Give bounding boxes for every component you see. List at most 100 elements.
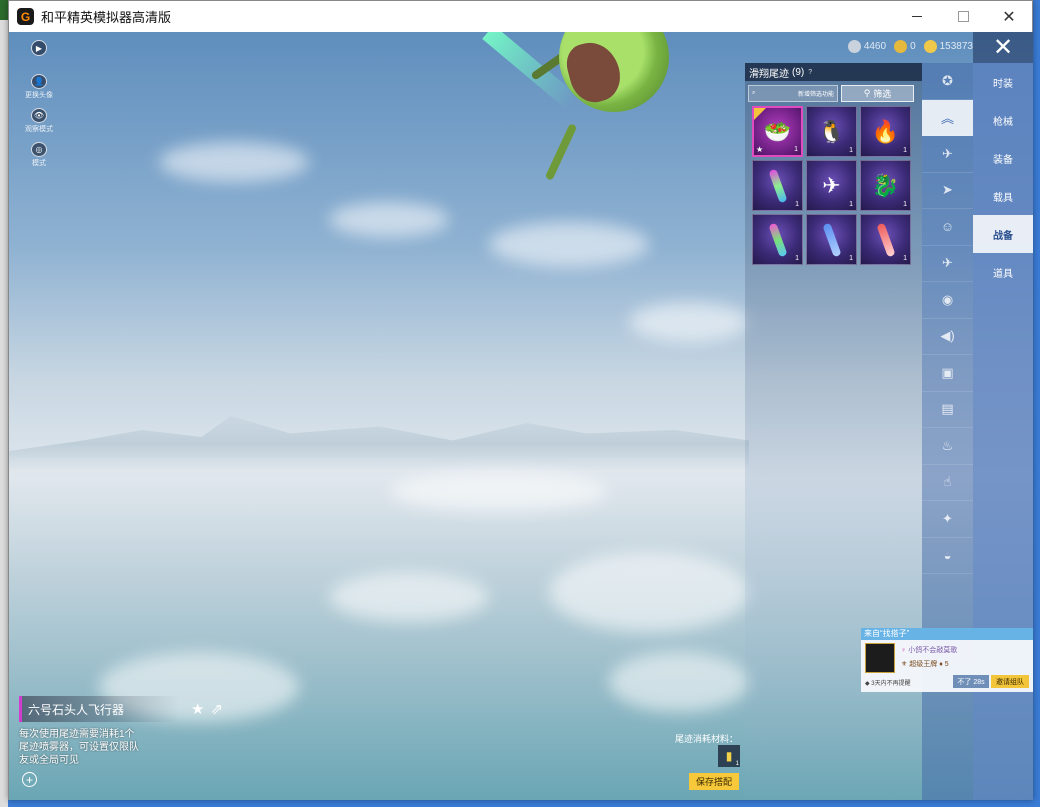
- item-actions: ★ ⇗: [191, 700, 223, 718]
- jet-item-icon: ✈: [822, 172, 841, 198]
- search-input[interactable]: ⌕ 新增筛选功能: [748, 85, 838, 102]
- sparkle-icon[interactable]: ✦: [922, 501, 973, 538]
- close-window-button[interactable]: ✕: [986, 1, 1032, 32]
- item-cell[interactable]: 1: [860, 214, 911, 265]
- item-description: 每次使用尾迹需要消耗1个尾迹喷雾器，可设置仅限队友或全局可见: [19, 729, 139, 766]
- invite-mute-option[interactable]: ◆ 3天内不再提醒: [865, 678, 911, 687]
- add-icon[interactable]: +: [22, 772, 37, 787]
- emulator-window: G 和平精英模拟器高清版 ✕ ▶ 👤 更换头像 👁 观察模式 ◎ 模式 4460…: [8, 0, 1033, 800]
- save-outfit-button[interactable]: 保存搭配: [689, 773, 739, 790]
- drone-icon[interactable]: ✈: [922, 246, 973, 282]
- item-count: 1: [903, 255, 907, 262]
- item-cell[interactable]: 1: [752, 160, 803, 211]
- maximize-button[interactable]: [940, 1, 986, 32]
- game-viewport[interactable]: ▶ 👤 更换头像 👁 观察模式 ◎ 模式 4460 0 153873 ✕ 滑翔尾…: [9, 32, 1033, 800]
- currency-silver[interactable]: 4460: [847, 40, 887, 53]
- currency-value: 4460: [863, 41, 887, 52]
- spray-icon[interactable]: ♨: [922, 428, 973, 465]
- observe-tool[interactable]: 👁 观察模式: [25, 108, 53, 134]
- item-count: 1: [849, 255, 853, 262]
- item-cell[interactable]: 🔥 1: [860, 106, 911, 157]
- item-cell[interactable]: 1: [806, 214, 857, 265]
- gold-coin-icon: [894, 40, 908, 53]
- target-icon: ◎: [31, 142, 47, 157]
- help-icon[interactable]: ?: [808, 69, 812, 76]
- item-cell[interactable]: 🐧 1: [806, 106, 857, 157]
- sound-icon[interactable]: ◀): [922, 319, 973, 355]
- filter-button[interactable]: ⚲ 筛选: [841, 85, 914, 102]
- category-fashion[interactable]: 时装: [973, 63, 1033, 101]
- minimize-button[interactable]: [894, 1, 940, 32]
- golem-item-icon: 🥗: [763, 118, 792, 144]
- item-cell[interactable]: 🐉 1: [860, 160, 911, 211]
- equipped-marker: [754, 108, 766, 120]
- blue-trail-icon: [821, 222, 842, 257]
- item-cell[interactable]: ✈ 1: [806, 160, 857, 211]
- avatar-tool[interactable]: 👤 更换头像: [25, 74, 53, 100]
- favorite-star-icon[interactable]: ★: [191, 700, 204, 718]
- frame-icon[interactable]: ▣: [922, 355, 973, 392]
- search-row: ⌕ 新增筛选功能 ⚲ 筛选: [748, 85, 919, 102]
- item-count: 1: [794, 146, 798, 153]
- spray-material-slot[interactable]: ▮ 1: [718, 745, 740, 767]
- category-guns[interactable]: 枪械: [973, 101, 1033, 139]
- fire-item-icon: 🔥: [871, 118, 900, 144]
- avatar[interactable]: [865, 643, 895, 673]
- trail-icon[interactable]: ︽: [922, 99, 973, 136]
- currency-points[interactable]: 153873: [923, 40, 973, 53]
- invite-popup: 来自“找搭子” ♀ 小鸽不会敲莫歌 ⚜ 超级王牌 ♦ 5 ◆ 3天内不再提醒 不…: [861, 628, 1033, 692]
- cloud: [629, 302, 749, 342]
- pink-trail-icon: [767, 168, 788, 203]
- item-cell-selected[interactable]: 🥗 ★ 1: [752, 106, 803, 157]
- category-battle-prep[interactable]: 战备: [973, 215, 1033, 253]
- category-items[interactable]: 道具: [973, 253, 1033, 291]
- cloud: [329, 202, 449, 237]
- person-icon: 👤: [31, 74, 47, 89]
- tool-label: 模式: [32, 160, 46, 167]
- share-icon[interactable]: ⇗: [210, 700, 223, 718]
- app-logo-icon: G: [17, 8, 34, 25]
- tool-label: 更换头像: [25, 92, 53, 99]
- helmet-icon[interactable]: ◒: [922, 538, 973, 574]
- cloud: [549, 552, 749, 632]
- item-grid: 🥗 ★ 1 🐧 1 🔥 1 1 ✈ 1 🐉 1 1 1 1: [752, 106, 922, 265]
- emote-icon[interactable]: ☺: [922, 209, 973, 246]
- decline-invite-button[interactable]: 不了 28s: [953, 675, 989, 688]
- currency-value: 153873: [939, 41, 973, 52]
- gallery-icon[interactable]: ▤: [922, 392, 973, 428]
- item-count: 1: [795, 201, 799, 208]
- tool-label: 观察模式: [25, 126, 53, 133]
- left-toolbar: ▶ 👤 更换头像 👁 观察模式 ◎ 模式: [25, 40, 55, 176]
- mountain-range: [9, 416, 749, 472]
- plane-icon[interactable]: ✈: [922, 136, 973, 173]
- item-name: 六号石头人飞行器: [19, 696, 179, 722]
- play-tool[interactable]: ▶: [25, 40, 53, 66]
- glider-icon[interactable]: ➤: [922, 173, 973, 209]
- cloud: [159, 142, 309, 182]
- emblem-icon[interactable]: ✪: [922, 63, 973, 100]
- currency-value: 0: [910, 41, 916, 52]
- category-gear[interactable]: 装备: [973, 139, 1033, 177]
- play-icon: ▶: [31, 40, 47, 56]
- mode-tool[interactable]: ◎ 模式: [25, 142, 53, 168]
- item-count: 1: [849, 147, 853, 154]
- filter-label: 筛选: [873, 89, 892, 99]
- category-vehicles[interactable]: 载具: [973, 177, 1033, 215]
- gesture-icon[interactable]: ☝: [922, 465, 973, 501]
- panel-header: 滑翔尾迹 (9) ?: [745, 63, 922, 81]
- eye-icon: 👁: [31, 108, 47, 123]
- item-cell[interactable]: 1: [752, 214, 803, 265]
- accept-invite-button[interactable]: 邀请组队: [991, 675, 1029, 688]
- player-name-text: 小鸽不会敲莫歌: [908, 647, 958, 654]
- rank-level: 5: [944, 661, 949, 668]
- robot-icon[interactable]: ◉: [922, 282, 973, 319]
- invite-player-name: ♀ 小鸽不会敲莫歌: [901, 645, 957, 655]
- window-controls: ✕: [894, 1, 1032, 32]
- search-icon: ⌕: [752, 90, 756, 96]
- close-panel-button[interactable]: ✕: [973, 32, 1033, 63]
- search-placeholder: 新增筛选功能: [797, 92, 834, 98]
- desktop-background: [0, 0, 8, 807]
- rank-star-icon: ♦: [939, 661, 943, 668]
- currency-gold[interactable]: 0: [894, 40, 916, 53]
- cloud: [329, 572, 489, 622]
